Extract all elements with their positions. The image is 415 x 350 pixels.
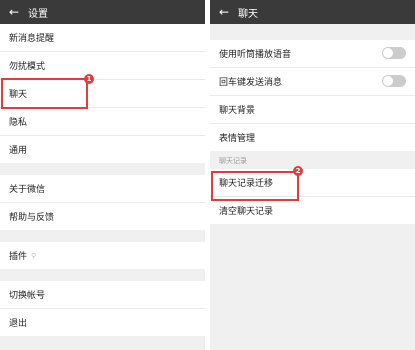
menu-privacy[interactable]: 隐私	[0, 108, 205, 136]
menu-plugins-label: 插件	[9, 252, 28, 262]
menu-about-wechat[interactable]: 关于微信	[0, 175, 205, 203]
section-chat-history: 聊天记录	[210, 151, 415, 169]
back-arrow-icon[interactable]: ←	[210, 5, 238, 19]
earpiece-toggle[interactable]	[382, 47, 406, 59]
menu-earpiece-voice-label: 使用听筒播放语音	[219, 50, 292, 60]
menu-general[interactable]: 通用	[0, 136, 205, 163]
menu-clear-chat-history[interactable]: 清空聊天记录	[210, 197, 415, 224]
menu-enter-send[interactable]: 回车键发送消息	[210, 68, 415, 96]
settings-titlebar: ← 设置	[0, 0, 205, 24]
menu-plugins[interactable]: 插件 ⚲	[0, 242, 205, 269]
settings-panel: ← 设置 新消息提醒 勿扰模式 聊天 隐私 通用 关于微信 帮助与反馈 插件 ⚲…	[0, 0, 205, 350]
chat-group-1: 使用听筒播放语音 回车键发送消息 聊天背景 表情管理	[210, 40, 415, 151]
menu-earpiece-voice[interactable]: 使用听筒播放语音	[210, 40, 415, 68]
enter-send-toggle[interactable]	[382, 75, 406, 87]
chat-titlebar: ← 聊天	[210, 0, 415, 24]
back-arrow-icon[interactable]: ←	[0, 5, 28, 19]
highlight-box-chat	[1, 78, 88, 109]
menu-sticker-management[interactable]: 表情管理	[210, 124, 415, 151]
menu-logout[interactable]: 退出	[0, 309, 205, 336]
step-badge-1: 1	[84, 74, 94, 84]
chat-settings-panel: ← 聊天 使用听筒播放语音 回车键发送消息 聊天背景 表情管理 聊天记录 聊天记…	[210, 0, 415, 350]
step-badge-2: 2	[293, 166, 303, 176]
highlight-box-migrate	[211, 171, 299, 201]
menu-do-not-disturb[interactable]: 勿扰模式	[0, 52, 205, 80]
plugin-pin-icon: ⚲	[31, 251, 37, 260]
settings-group-3: 切换帐号 退出	[0, 281, 205, 336]
toggle-knob	[383, 48, 393, 58]
menu-enter-send-label: 回车键发送消息	[219, 78, 283, 88]
menu-chat-background[interactable]: 聊天背景	[210, 96, 415, 124]
settings-group-plugins: 插件 ⚲	[0, 242, 205, 269]
menu-switch-account[interactable]: 切换帐号	[0, 281, 205, 309]
toggle-knob	[383, 76, 393, 86]
settings-title: 设置	[28, 8, 48, 20]
menu-help-feedback[interactable]: 帮助与反馈	[0, 203, 205, 230]
menu-new-message-notify[interactable]: 新消息提醒	[0, 24, 205, 52]
settings-group-2: 关于微信 帮助与反馈	[0, 175, 205, 230]
chat-title: 聊天	[238, 8, 258, 20]
